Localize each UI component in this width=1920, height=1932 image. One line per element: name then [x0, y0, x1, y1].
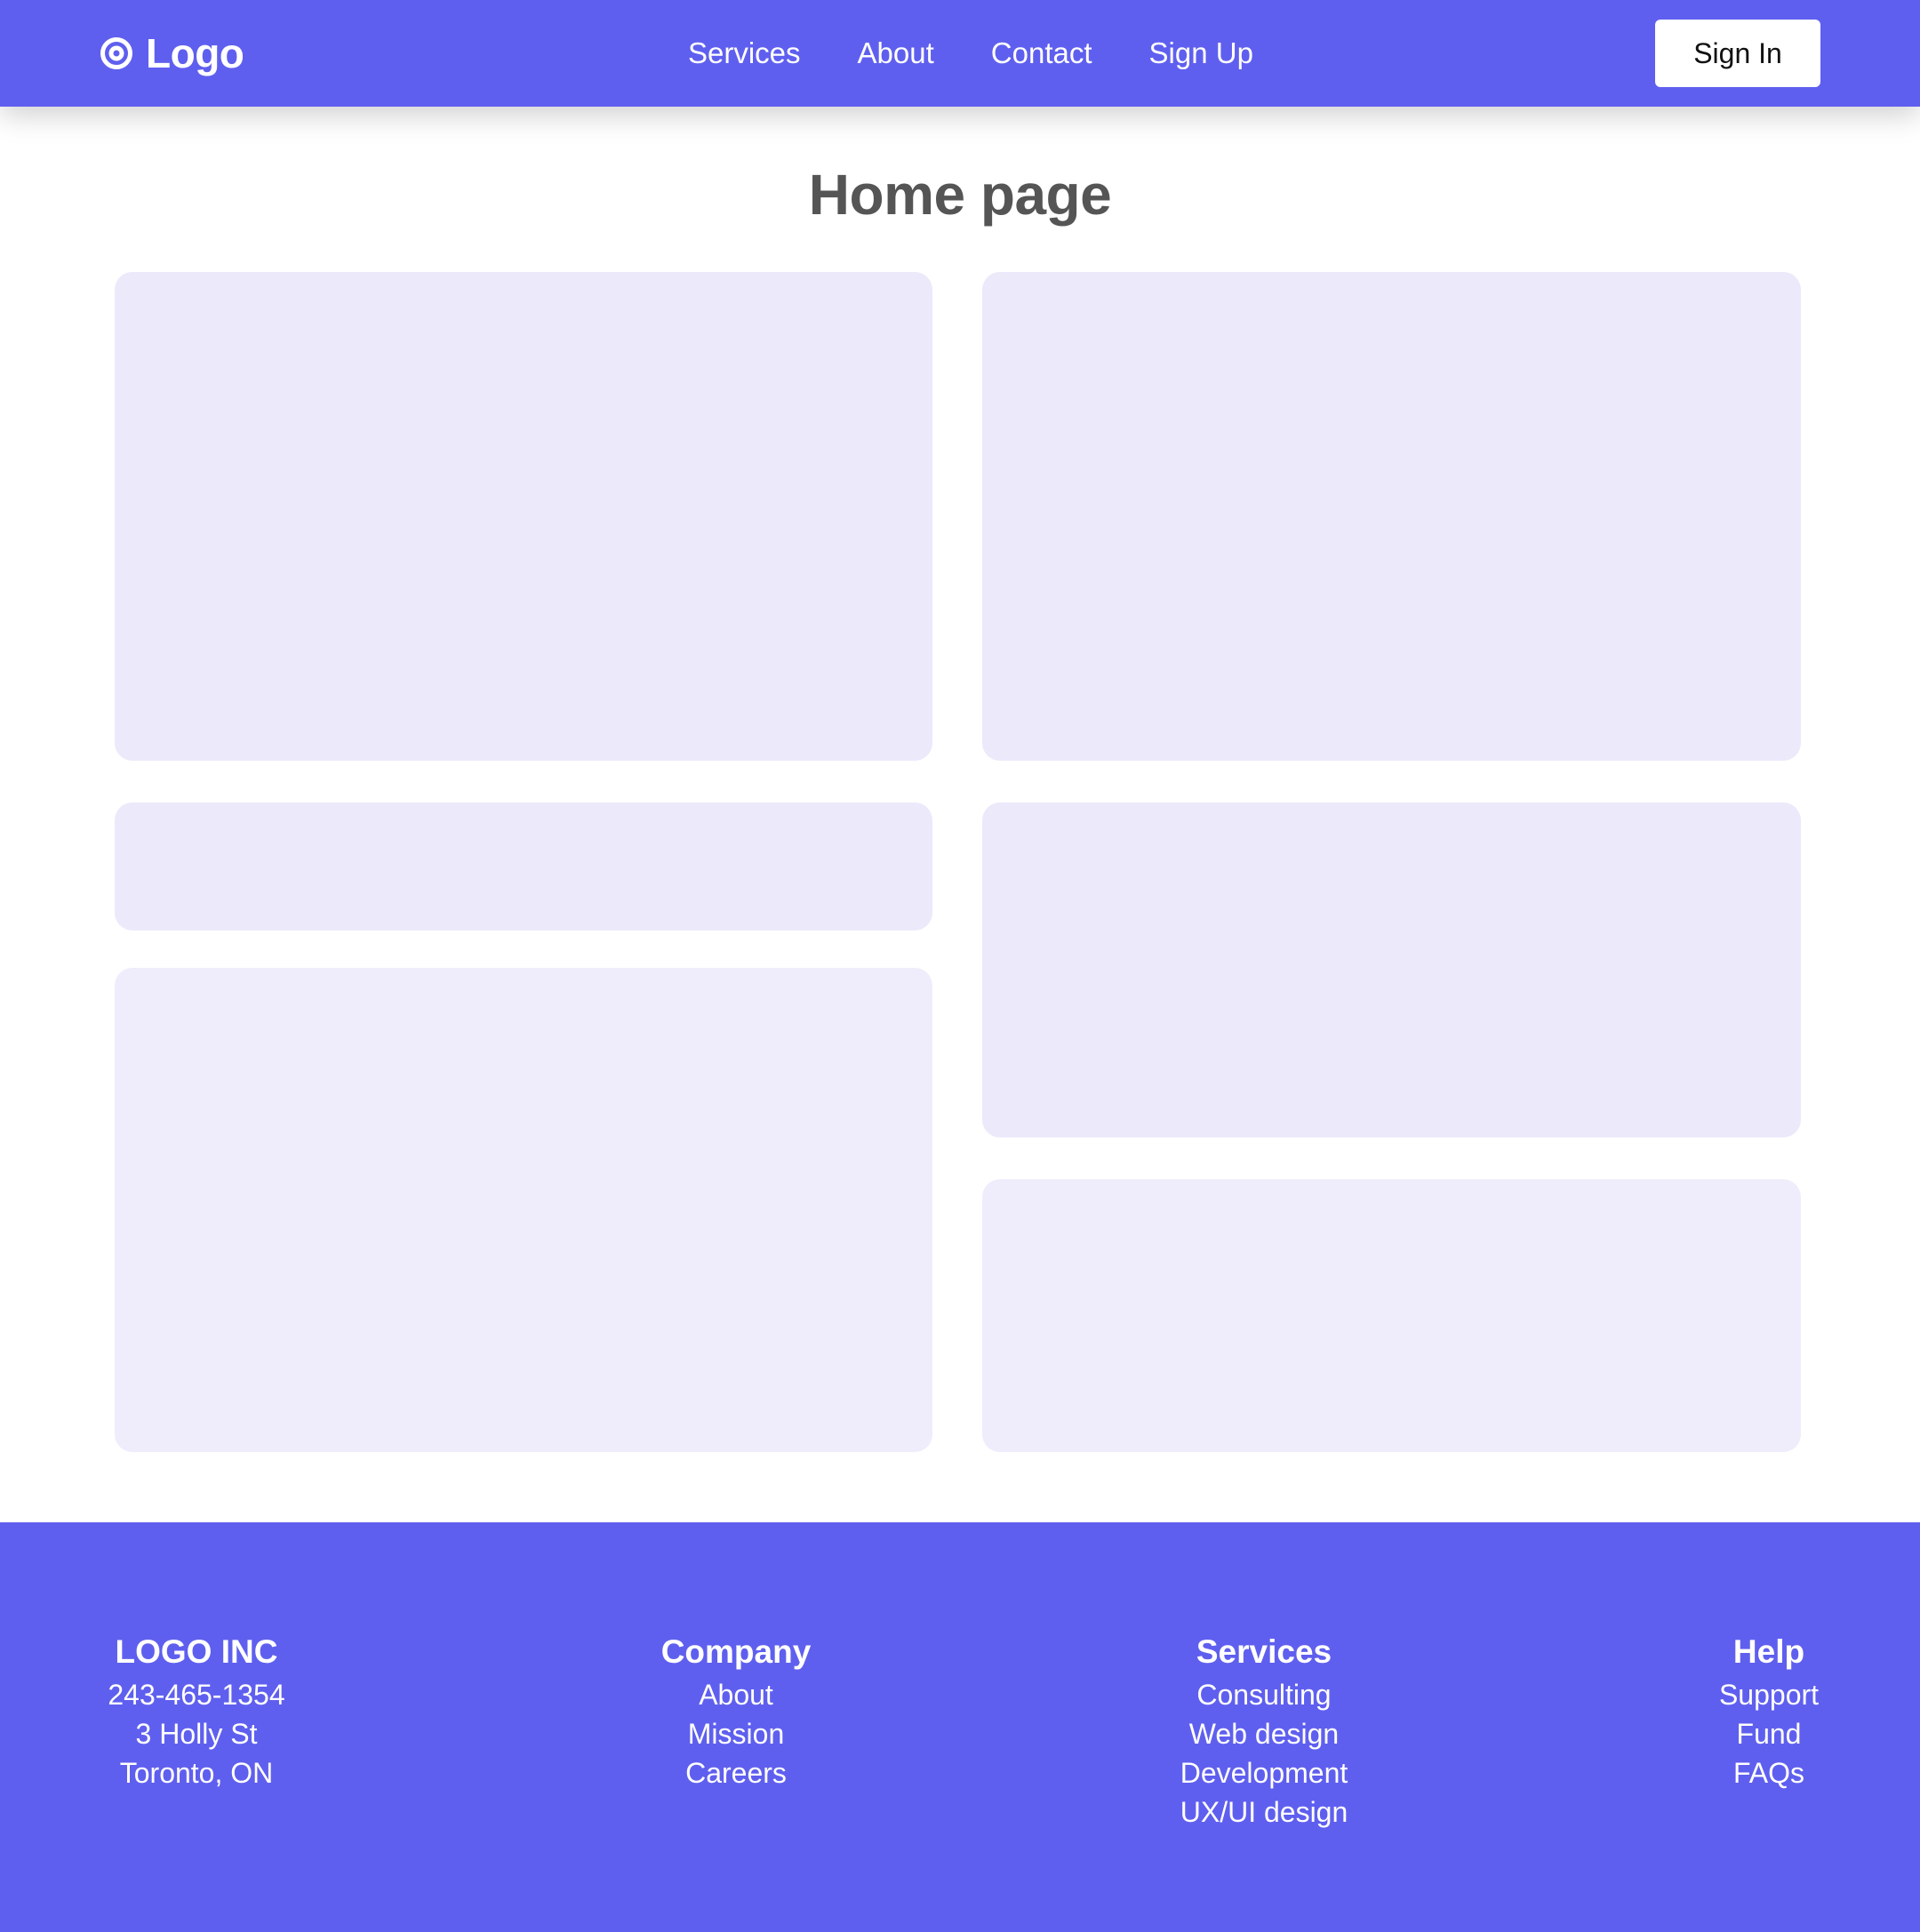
- footer-link-careers[interactable]: Careers: [647, 1753, 825, 1792]
- footer-street: 3 Holly St: [135, 1718, 258, 1750]
- site-footer: LOGO INC 243-465-1354 3 Holly St Toronto…: [0, 1522, 1920, 1932]
- footer-link-faqs[interactable]: FAQs: [1707, 1753, 1831, 1792]
- target-icon: [100, 37, 132, 69]
- footer-link-about[interactable]: About: [647, 1675, 825, 1714]
- content-card-4: [982, 802, 1801, 1138]
- footer-link-web-design[interactable]: Web design: [1165, 1714, 1363, 1753]
- page-title: Home page: [808, 163, 1112, 227]
- footer-company-info: LOGO INC 243-465-1354 3 Holly St Toronto…: [99, 1629, 294, 1792]
- content-card-5: [115, 968, 932, 1452]
- footer-link-fund[interactable]: Fund: [1707, 1714, 1831, 1753]
- footer-city: Toronto, ON: [119, 1757, 274, 1789]
- footer-services-heading: Services: [1196, 1633, 1332, 1670]
- nav-sign-up[interactable]: Sign Up: [1149, 36, 1253, 70]
- footer-help-column: Help Support Fund FAQs: [1707, 1629, 1831, 1792]
- brand-name: Logo: [146, 30, 244, 76]
- content-card-1: [115, 272, 932, 761]
- footer-link-ux-ui-design[interactable]: UX/UI design: [1165, 1792, 1363, 1832]
- footer-company-heading: Company: [660, 1633, 812, 1670]
- footer-link-consulting[interactable]: Consulting: [1165, 1675, 1363, 1714]
- nav-contact[interactable]: Contact: [991, 36, 1092, 70]
- content-card-2: [982, 272, 1801, 761]
- footer-company-name: LOGO INC: [115, 1633, 278, 1670]
- footer-link-mission[interactable]: Mission: [647, 1714, 825, 1753]
- nav-services[interactable]: Services: [688, 36, 801, 70]
- footer-link-development[interactable]: Development: [1165, 1753, 1363, 1792]
- main-nav: Services About Contact Sign Up: [688, 0, 1253, 107]
- site-header: Logo Services About Contact Sign Up Sign…: [0, 0, 1920, 107]
- nav-about[interactable]: About: [858, 36, 934, 70]
- footer-link-support[interactable]: Support: [1707, 1675, 1831, 1714]
- content-card-3: [115, 802, 932, 930]
- footer-phone: 243-465-1354: [108, 1679, 285, 1711]
- footer-company-column: Company About Mission Careers: [647, 1629, 825, 1792]
- footer-services-column: Services Consulting Web design Developme…: [1165, 1629, 1363, 1832]
- sign-in-button[interactable]: Sign In: [1655, 20, 1820, 87]
- brand-logo[interactable]: Logo: [100, 0, 244, 107]
- content-card-6: [982, 1179, 1801, 1452]
- footer-help-heading: Help: [1732, 1633, 1805, 1670]
